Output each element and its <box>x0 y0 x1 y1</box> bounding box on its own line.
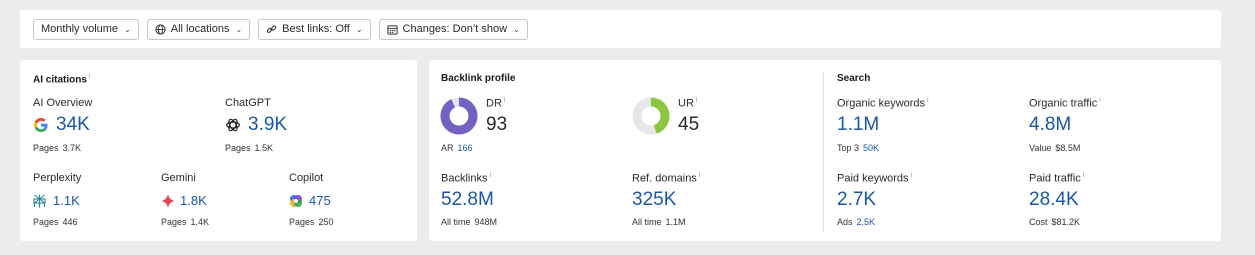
chatgpt-label: ChatGPT <box>225 97 271 109</box>
search-title: Search <box>837 73 871 84</box>
info-icon[interactable]: i <box>504 97 506 104</box>
filter-toolbar: Monthly volume ⌄ All locations ⌄ Best li… <box>20 10 1221 48</box>
info-icon[interactable]: i <box>696 97 698 104</box>
changes-dropdown[interactable]: Changes: Don’t show ⌄ <box>378 18 528 40</box>
organic-keywords-top3: Top 3 50K <box>837 143 880 153</box>
gemini-icon <box>161 194 175 208</box>
section-divider <box>823 72 824 232</box>
perplexity-label: Perplexity <box>33 172 82 184</box>
dr-label: DR i <box>486 97 506 110</box>
ai-citations-title: AI citations i <box>33 73 91 86</box>
paid-traffic-label: Paid traffic i <box>1029 172 1085 185</box>
copilot-icon <box>290 195 302 207</box>
locations-dropdown[interactable]: All locations ⌄ <box>146 18 251 40</box>
ai-overview-value[interactable]: 34K <box>56 114 90 136</box>
paid-traffic-cost: Cost $81.2K <box>1029 217 1081 227</box>
dr-value: 93 <box>486 114 508 135</box>
dr-donut-chart <box>440 97 478 135</box>
monthly-volume-label: Monthly volume <box>41 23 119 35</box>
chatgpt-value[interactable]: 3.9K <box>248 114 287 136</box>
top3-value[interactable]: 50K <box>863 143 879 153</box>
monthly-volume-dropdown[interactable]: Monthly volume ⌄ <box>33 18 139 40</box>
backlinks-label: Backlinks i <box>441 172 492 185</box>
perplexity-icon <box>33 194 46 208</box>
ref-domains-value[interactable]: 325K <box>632 189 676 211</box>
globe-icon <box>155 23 166 35</box>
ai-citations-card: AI citations i AI Overview 34K Pages 3.7K … <box>20 60 417 241</box>
paid-keywords-ads: Ads 2.5K <box>837 217 876 227</box>
dr-arc <box>440 97 478 135</box>
chatgpt-icon <box>226 118 240 132</box>
organic-traffic-label: Organic traffic i <box>1029 97 1101 110</box>
paid-traffic-value[interactable]: 28.4K <box>1029 189 1079 211</box>
ur-value: 45 <box>678 114 700 135</box>
chevron-down-icon: ⌄ <box>355 24 363 34</box>
perplexity-pages: Pages 446 <box>33 217 78 227</box>
perplexity-value[interactable]: 1.1K <box>53 193 80 208</box>
link-icon <box>267 25 277 33</box>
organic-traffic-value-metric: Value $8.5M <box>1029 143 1081 153</box>
ur-donut-chart <box>632 97 670 135</box>
chevron-down-icon: ⌄ <box>513 24 520 34</box>
info-icon[interactable]: i <box>927 97 929 104</box>
organic-traffic-value[interactable]: 4.8M <box>1029 114 1071 136</box>
backlinks-all-time: All time 948M <box>441 217 498 227</box>
gemini-label: Gemini <box>161 172 196 184</box>
backlinks-value[interactable]: 52.8M <box>441 189 494 211</box>
best-links-label: Best links: Off <box>282 23 350 35</box>
chatgpt-pages: Pages 1.5K <box>225 143 274 153</box>
backlink-profile-title: Backlink profile <box>441 73 516 84</box>
ur-label: UR i <box>678 97 698 110</box>
info-icon[interactable]: i <box>89 73 91 80</box>
chevron-down-icon: ⌄ <box>124 24 131 34</box>
gemini-pages: Pages 1.4K <box>161 217 210 227</box>
changes-label: Changes: Don’t show <box>402 23 508 35</box>
ref-domains-label: Ref. domains i <box>632 172 701 185</box>
gemini-value[interactable]: 1.8K <box>180 193 207 208</box>
info-icon[interactable]: i <box>1083 172 1085 179</box>
best-links-dropdown[interactable]: Best links: Off ⌄ <box>258 18 371 40</box>
ai-overview-pages: Pages 3.7K <box>33 143 82 153</box>
ads-value[interactable]: 2.5K <box>857 217 876 227</box>
copilot-label: Copilot <box>289 172 324 184</box>
paid-keywords-value[interactable]: 2.7K <box>837 189 876 211</box>
info-icon[interactable]: i <box>699 172 701 179</box>
ar-value[interactable]: 166 <box>458 143 473 153</box>
ar-metric: AR 166 <box>441 143 473 153</box>
ref-domains-all-time: All time 1.1M <box>632 217 686 227</box>
copilot-value[interactable]: 475 <box>309 193 331 208</box>
paid-keywords-label: Paid keywords i <box>837 172 913 185</box>
organic-keywords-label: Organic keywords i <box>837 97 929 110</box>
copilot-pages: Pages 250 <box>289 217 334 227</box>
calendar-icon <box>386 24 398 35</box>
ai-overview-label: AI Overview <box>33 97 93 109</box>
organic-keywords-value[interactable]: 1.1M <box>837 114 879 136</box>
overview-metrics-card: Backlink profile DR i 93 AR 166 UR i 45 Bac… <box>429 60 1221 241</box>
locations-label: All locations <box>170 23 230 35</box>
chevron-down-icon: ⌄ <box>235 24 243 34</box>
info-icon[interactable]: i <box>1099 97 1101 104</box>
google-icon <box>34 118 48 132</box>
info-icon[interactable]: i <box>489 172 491 179</box>
info-icon[interactable]: i <box>911 172 913 179</box>
